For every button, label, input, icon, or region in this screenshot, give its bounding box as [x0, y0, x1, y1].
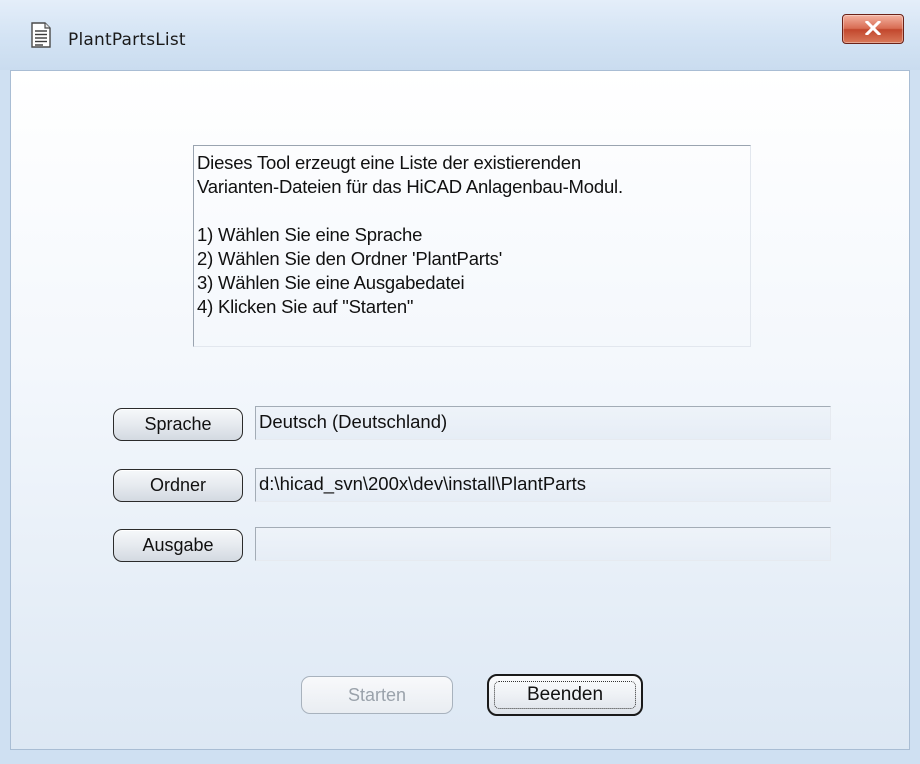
instruction-line: Varianten-Dateien für das HiCAD Anlagenb…: [197, 176, 623, 197]
start-button[interactable]: Starten: [301, 676, 453, 714]
output-field[interactable]: [255, 527, 831, 561]
instruction-line: 3) Wählen Sie eine Ausgabedatei: [197, 272, 465, 293]
document-icon: [30, 22, 52, 52]
instruction-line: 1) Wählen Sie eine Sprache: [197, 224, 423, 245]
quit-button[interactable]: Beenden: [487, 674, 643, 716]
instruction-line: 4) Klicken Sie auf "Starten": [197, 296, 414, 317]
language-button[interactable]: Sprache: [113, 408, 243, 441]
instruction-gap: [197, 199, 750, 223]
instruction-line: Dieses Tool erzeugt eine Liste der exist…: [197, 152, 581, 173]
dialog-body: Dieses Tool erzeugt eine Liste der exist…: [10, 70, 910, 750]
title-bar[interactable]: PlantPartsList: [0, 0, 920, 70]
dialog-window: PlantPartsList Dieses Tool erzeugt eine …: [0, 0, 920, 764]
instructions-box: Dieses Tool erzeugt eine Liste der exist…: [193, 145, 751, 347]
folder-button[interactable]: Ordner: [113, 469, 243, 502]
close-button[interactable]: [842, 14, 904, 44]
instruction-line: 2) Wählen Sie den Ordner 'PlantParts': [197, 248, 503, 269]
window-title: PlantPartsList: [68, 30, 186, 50]
quit-button-label: Beenden: [526, 684, 604, 705]
language-field[interactable]: Deutsch (Deutschland): [255, 406, 831, 440]
folder-field[interactable]: d:\hicad_svn\200x\dev\install\PlantParts: [255, 468, 831, 502]
close-icon: [864, 19, 882, 39]
output-button[interactable]: Ausgabe: [113, 529, 243, 562]
